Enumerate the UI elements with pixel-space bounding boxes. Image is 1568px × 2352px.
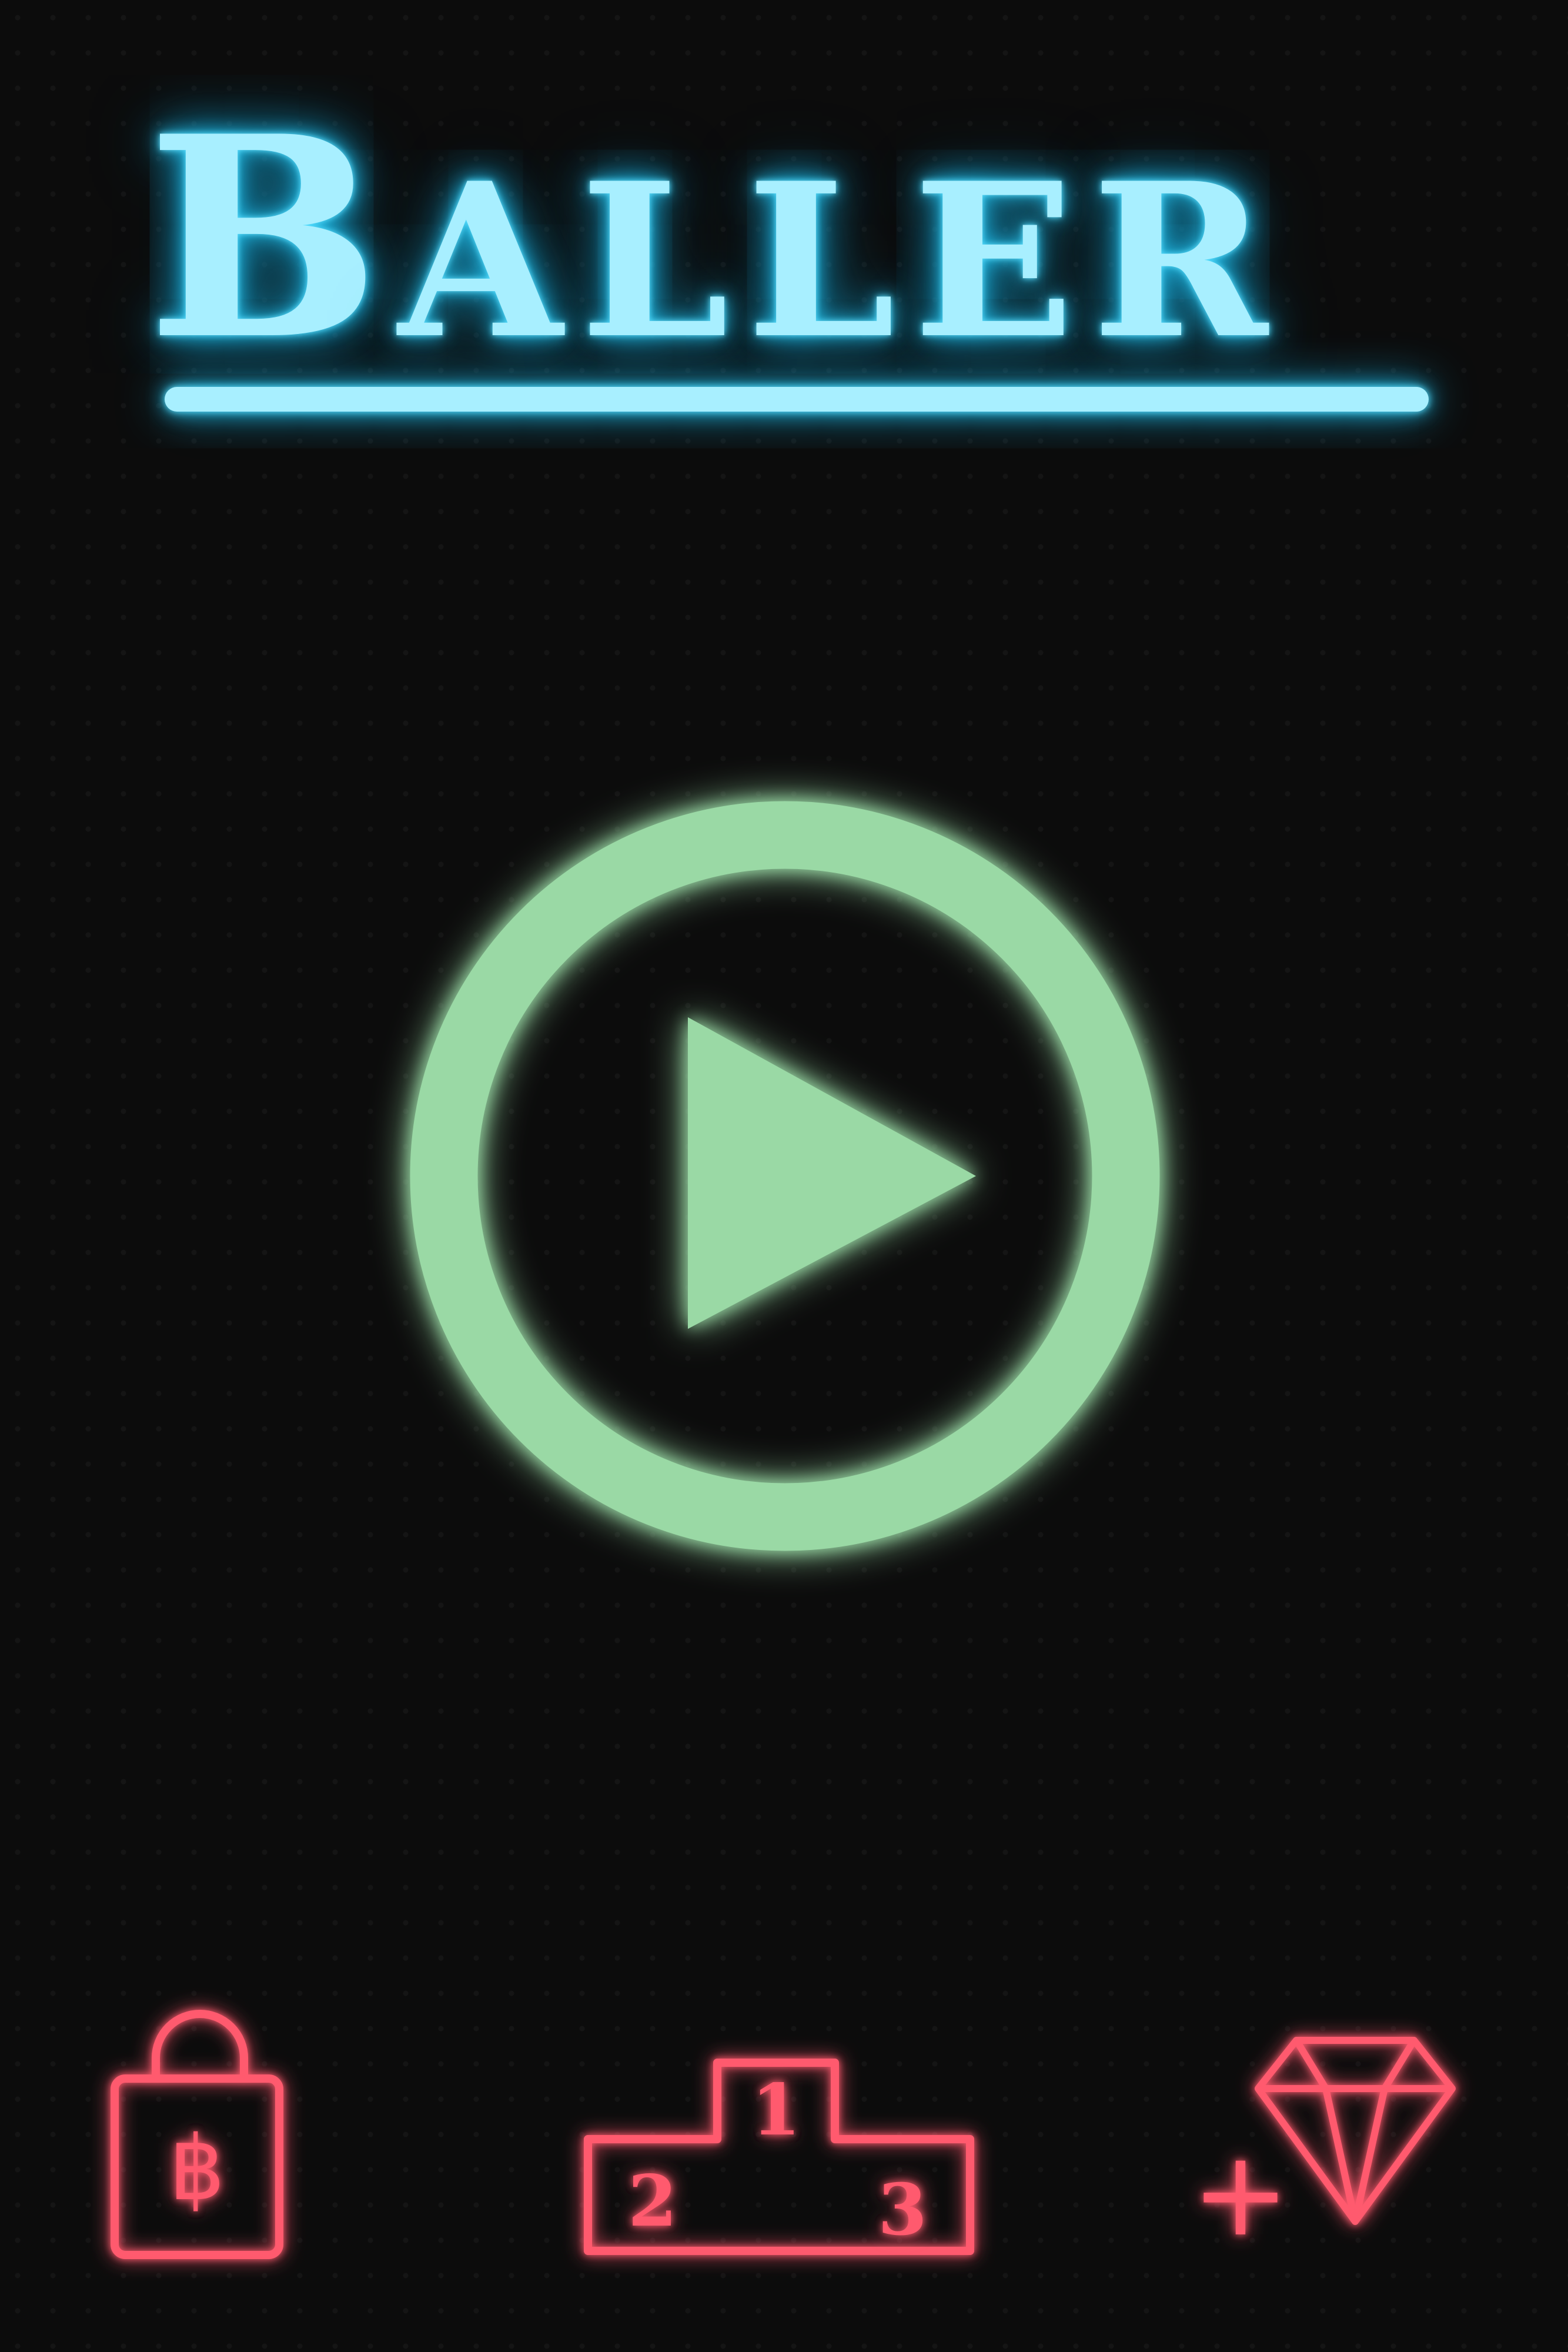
podium-third-label: 3 bbox=[878, 2169, 927, 2251]
game-logo: BALLER bbox=[135, 88, 1429, 429]
shopping-bag-baht-icon: ฿ bbox=[111, 2010, 283, 2259]
game-title: BALLER bbox=[147, 100, 1285, 376]
baht-symbol: ฿ bbox=[169, 2118, 225, 2220]
plus-diamond-icon: + bbox=[1191, 2037, 1456, 2263]
title-rest: ALLER bbox=[398, 136, 1286, 385]
leaderboard-button[interactable]: 1 2 3 bbox=[576, 2052, 982, 2264]
play-button[interactable] bbox=[406, 800, 1164, 1558]
title-first-letter: B bbox=[147, 76, 399, 400]
play-triangle-icon bbox=[688, 1017, 976, 1329]
podium-first-label: 1 bbox=[751, 2069, 801, 2151]
game-main-menu: BALLER ฿ 1 2 3 + bbox=[0, 0, 1568, 2352]
podium-icon: 1 2 3 bbox=[584, 2059, 974, 2255]
play-circle-icon bbox=[410, 801, 1160, 1551]
podium-second-label: 2 bbox=[628, 2160, 677, 2243]
shop-button[interactable]: ฿ bbox=[100, 1993, 294, 2270]
plus-icon: + bbox=[1191, 2126, 1290, 2263]
get-gems-button[interactable]: + bbox=[1182, 2029, 1476, 2263]
title-underline bbox=[165, 387, 1429, 412]
